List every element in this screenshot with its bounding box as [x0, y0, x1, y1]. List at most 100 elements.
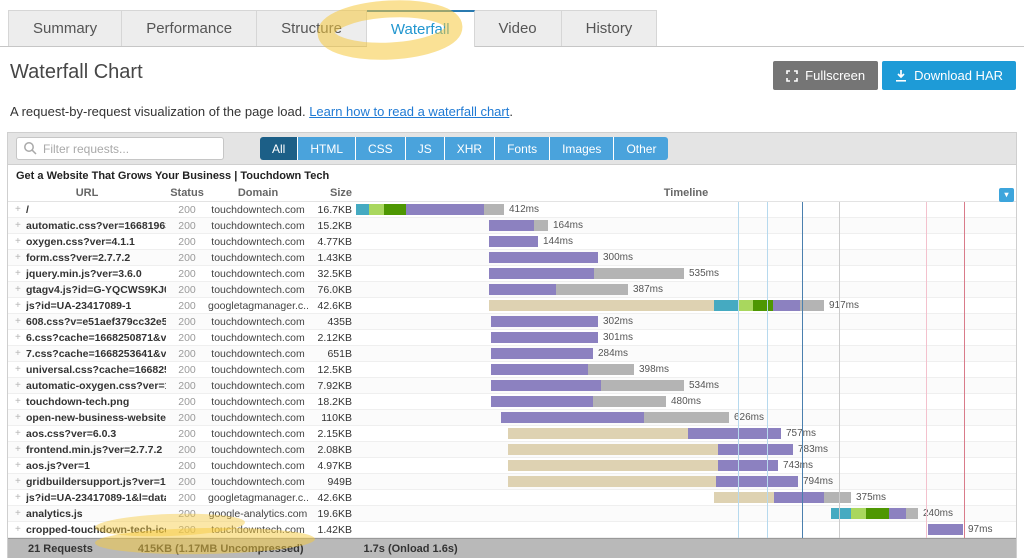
waterfall-help-link[interactable]: Learn how to read a waterfall chart — [309, 104, 509, 119]
col-header-domain[interactable]: Domain — [208, 187, 308, 199]
filter-button-js[interactable]: JS — [406, 137, 445, 160]
timing-bar[interactable]: 480ms — [491, 396, 701, 407]
tab-performance[interactable]: Performance — [122, 10, 257, 46]
table-row[interactable]: +open-new-business-website.jpg200touchdo… — [8, 410, 1016, 426]
timing-bar[interactable]: 783ms — [508, 444, 828, 455]
table-row[interactable]: +frontend.min.js?ver=2.7.7.2200touchdown… — [8, 442, 1016, 458]
tab-video[interactable]: Video — [475, 10, 562, 46]
request-url[interactable]: automatic.css?ver=1668196347 — [26, 220, 166, 232]
request-url[interactable]: cropped-touchdown-tech-icon-3... — [26, 524, 166, 536]
request-url[interactable]: open-new-business-website.jpg — [26, 412, 166, 424]
table-row[interactable]: +js?id=UA-23417089-1200googletagmanager.… — [8, 298, 1016, 314]
expand-row-icon[interactable]: + — [15, 396, 26, 407]
filter-button-all[interactable]: All — [260, 137, 298, 160]
table-row[interactable]: +6.css?cache=1668250871&ver=...200touchd… — [8, 330, 1016, 346]
request-url[interactable]: form.css?ver=2.7.7.2 — [26, 252, 130, 264]
expand-row-icon[interactable]: + — [15, 508, 26, 519]
timing-bar[interactable]: 398ms — [491, 364, 669, 375]
table-row[interactable]: +touchdown-tech.png200touchdowntech.com1… — [8, 394, 1016, 410]
request-url[interactable]: / — [26, 204, 29, 216]
fullscreen-button[interactable]: Fullscreen — [773, 61, 878, 90]
request-url[interactable]: frontend.min.js?ver=2.7.7.2 — [26, 444, 162, 456]
table-row[interactable]: +gridbuildersupport.js?ver=1.0.1200touch… — [8, 474, 1016, 490]
table-row[interactable]: +/200touchdowntech.com16.7KB412ms — [8, 202, 1016, 218]
request-url[interactable]: aos.css?ver=6.0.3 — [26, 428, 116, 440]
request-url[interactable]: gridbuildersupport.js?ver=1.0.1 — [26, 476, 166, 488]
expand-row-icon[interactable]: + — [15, 252, 26, 263]
col-header-status[interactable]: Status — [166, 187, 208, 199]
timing-bar[interactable]: 794ms — [508, 476, 833, 487]
table-row[interactable]: +7.css?cache=1668253641&ver=...200touchd… — [8, 346, 1016, 362]
request-url[interactable]: automatic-oxygen.css?ver=1668... — [26, 380, 166, 392]
request-url[interactable]: js?id=UA-23417089-1 — [26, 300, 131, 312]
expand-row-icon[interactable]: + — [15, 460, 26, 471]
table-row[interactable]: +cropped-touchdown-tech-icon-3...200touc… — [8, 522, 1016, 538]
request-url[interactable]: jquery.min.js?ver=3.6.0 — [26, 268, 142, 280]
table-row[interactable]: +aos.js?ver=1200touchdowntech.com4.97KB7… — [8, 458, 1016, 474]
table-row[interactable]: +universal.css?cache=166825364...200touc… — [8, 362, 1016, 378]
timing-bar[interactable]: 301ms — [491, 332, 633, 343]
request-url[interactable]: 6.css?cache=1668250871&ver=... — [26, 332, 166, 344]
table-row[interactable]: +automatic.css?ver=1668196347200touchdow… — [8, 218, 1016, 234]
timing-bar[interactable]: 302ms — [491, 316, 633, 327]
table-row[interactable]: +jquery.min.js?ver=3.6.0200touchdowntech… — [8, 266, 1016, 282]
tab-summary[interactable]: Summary — [8, 10, 122, 46]
request-url[interactable]: aos.js?ver=1 — [26, 460, 90, 472]
expand-row-icon[interactable]: + — [15, 268, 26, 279]
request-url[interactable]: 608.css?v=e51aef379cc32e58 — [26, 316, 166, 328]
table-row[interactable]: +js?id=UA-23417089-1&l=dataLay...200goog… — [8, 490, 1016, 506]
request-url[interactable]: js?id=UA-23417089-1&l=dataLay... — [26, 492, 166, 504]
timing-bar[interactable]: 412ms — [356, 204, 539, 215]
request-url[interactable]: touchdown-tech.png — [26, 396, 129, 408]
table-row[interactable]: +oxygen.css?ver=4.1.1200touchdowntech.co… — [8, 234, 1016, 250]
col-header-url[interactable]: URL — [8, 187, 166, 199]
expand-row-icon[interactable]: + — [15, 300, 26, 311]
filter-button-html[interactable]: HTML — [298, 137, 356, 160]
expand-row-icon[interactable]: + — [15, 204, 26, 215]
expand-row-icon[interactable]: + — [15, 428, 26, 439]
col-header-size[interactable]: Size — [308, 187, 356, 199]
filter-button-fonts[interactable]: Fonts — [495, 137, 550, 160]
table-row[interactable]: +aos.css?ver=6.0.3200touchdowntech.com2.… — [8, 426, 1016, 442]
timing-bar[interactable]: 387ms — [489, 284, 663, 295]
filter-button-xhr[interactable]: XHR — [445, 137, 495, 160]
table-row[interactable]: +form.css?ver=2.7.7.2200touchdowntech.co… — [8, 250, 1016, 266]
filter-button-css[interactable]: CSS — [356, 137, 406, 160]
expand-row-icon[interactable]: + — [15, 348, 26, 359]
filter-button-images[interactable]: Images — [550, 137, 614, 160]
table-row[interactable]: +automatic-oxygen.css?ver=1668...200touc… — [8, 378, 1016, 394]
expand-row-icon[interactable]: + — [15, 476, 26, 487]
expand-row-icon[interactable]: + — [15, 364, 26, 375]
timeline-options-dropdown[interactable]: ▾ — [999, 188, 1014, 202]
expand-row-icon[interactable]: + — [15, 524, 26, 535]
expand-row-icon[interactable]: + — [15, 380, 26, 391]
request-url[interactable]: analytics.js — [26, 508, 83, 520]
timing-bar[interactable]: 375ms — [714, 492, 886, 503]
expand-row-icon[interactable]: + — [15, 316, 26, 327]
timing-bar[interactable]: 300ms — [489, 252, 633, 263]
download-har-button[interactable]: Download HAR — [882, 61, 1016, 90]
timing-bar[interactable]: 240ms — [831, 508, 953, 519]
timing-bar[interactable]: 144ms — [489, 236, 573, 247]
timing-bar[interactable]: 97ms — [928, 524, 992, 535]
request-url[interactable]: universal.css?cache=166825364... — [26, 364, 166, 376]
request-url[interactable]: gtagv4.js?id=G-YQCWS9KJ0C — [26, 284, 166, 296]
table-row[interactable]: +analytics.js200google-analytics.com19.6… — [8, 506, 1016, 522]
timing-bar[interactable]: 535ms — [489, 268, 719, 279]
expand-row-icon[interactable]: + — [15, 332, 26, 343]
timing-bar[interactable]: 284ms — [491, 348, 628, 359]
filter-button-other[interactable]: Other — [614, 137, 668, 160]
expand-row-icon[interactable]: + — [15, 220, 26, 231]
expand-row-icon[interactable]: + — [15, 492, 26, 503]
expand-row-icon[interactable]: + — [15, 284, 26, 295]
tab-waterfall[interactable]: Waterfall — [367, 10, 475, 47]
table-row[interactable]: +gtagv4.js?id=G-YQCWS9KJ0C200touchdownte… — [8, 282, 1016, 298]
request-url[interactable]: 7.css?cache=1668253641&ver=... — [26, 348, 166, 360]
tab-structure[interactable]: Structure — [257, 10, 367, 46]
timing-bar[interactable]: 164ms — [489, 220, 583, 231]
table-row[interactable]: +608.css?v=e51aef379cc32e58200touchdownt… — [8, 314, 1016, 330]
timing-bar[interactable]: 626ms — [501, 412, 764, 423]
expand-row-icon[interactable]: + — [15, 412, 26, 423]
expand-row-icon[interactable]: + — [15, 444, 26, 455]
timing-bar[interactable]: 534ms — [491, 380, 719, 391]
